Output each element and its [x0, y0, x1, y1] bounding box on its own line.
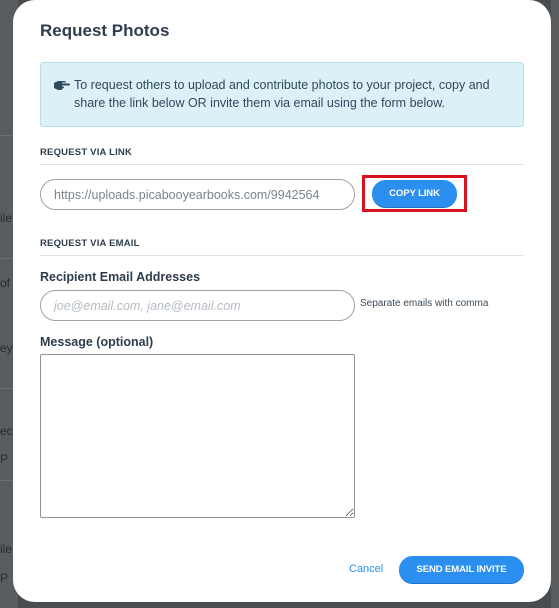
- recipients-label: Recipient Email Addresses: [40, 270, 201, 284]
- info-callout: To request others to upload and contribu…: [40, 62, 524, 127]
- section-label-link: REQUEST VIA LINK: [40, 147, 133, 158]
- background-text-fragment: ile: [0, 211, 13, 225]
- background-text-fragment: ey: [0, 341, 13, 355]
- background-divider: [0, 388, 14, 389]
- background-divider: [0, 135, 14, 136]
- background-page-right: [551, 0, 559, 608]
- background-divider: [0, 258, 14, 259]
- background-divider: [0, 480, 14, 481]
- message-textarea[interactable]: [40, 354, 355, 518]
- recipient-emails-input[interactable]: [40, 290, 355, 321]
- background-text-fragment: ec: [0, 424, 13, 438]
- background-text-fragment: of: [0, 276, 11, 290]
- message-label: Message (optional): [40, 335, 154, 349]
- background-text-fragment: P: [0, 571, 9, 585]
- cancel-link[interactable]: Cancel: [349, 563, 383, 575]
- background-text-fragment: P: [0, 452, 9, 466]
- info-text: To request others to upload and contribu…: [74, 78, 490, 110]
- section-divider: [40, 255, 524, 256]
- copy-link-button[interactable]: COPY LINK: [372, 180, 457, 207]
- send-email-invite-button[interactable]: SEND EMAIL INVITE: [399, 556, 524, 583]
- request-photos-modal: Request Photos To request others to uplo…: [13, 0, 551, 602]
- background-text-fragment: ile: [0, 542, 13, 556]
- section-label-email: REQUEST VIA EMAIL: [40, 238, 140, 249]
- section-divider: [40, 164, 524, 165]
- pointing-hand-icon: [54, 81, 70, 90]
- share-link-field[interactable]: [40, 179, 355, 210]
- modal-title: Request Photos: [40, 21, 170, 40]
- recipients-hint: Separate emails with comma: [360, 298, 489, 309]
